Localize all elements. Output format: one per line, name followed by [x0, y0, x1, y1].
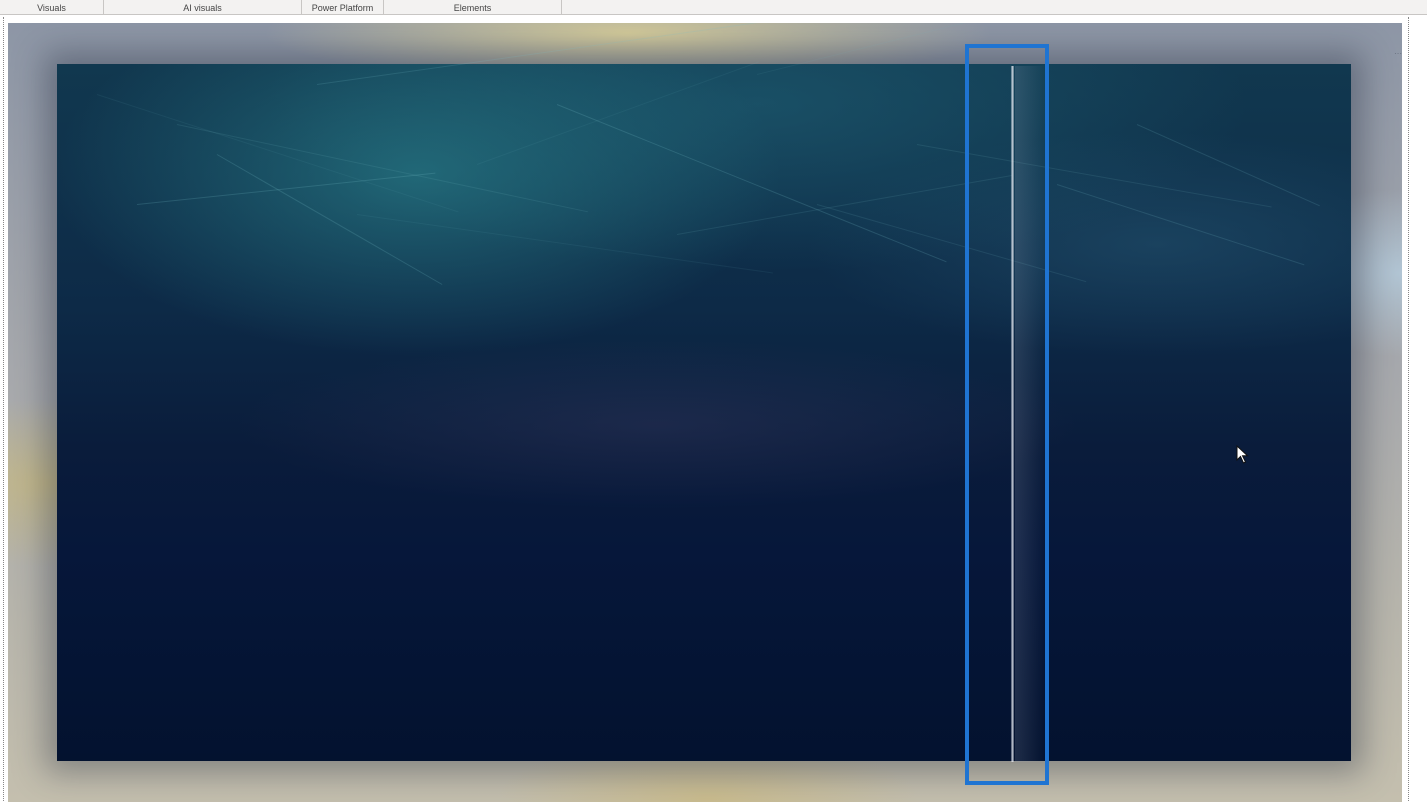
nebula-texture-streak — [96, 94, 459, 213]
nebula-background-image — [57, 23, 1351, 761]
nebula-texture-streak — [556, 104, 947, 263]
nebula-texture-streak — [476, 61, 760, 165]
nebula-texture-streak — [316, 23, 813, 85]
nebula-texture-streak — [1136, 124, 1320, 207]
report-page[interactable]: ⋯ — [8, 23, 1402, 802]
ribbon-group-ai-visuals: AI visuals — [104, 0, 302, 15]
ribbon-group-power-platform: Power Platform — [302, 0, 384, 15]
nebula-texture-streak — [176, 124, 588, 213]
highlight-annotation-box — [965, 44, 1049, 785]
nebula-texture-streak — [1056, 184, 1305, 266]
mouse-pointer-icon — [1236, 445, 1249, 464]
more-options-icon[interactable]: ⋯ — [1394, 49, 1402, 58]
ribbon-group-labels: Visuals AI visuals Power Platform Elemen… — [0, 0, 1427, 15]
nebula-texture-streak — [756, 23, 1126, 75]
ribbon-group-visuals: Visuals — [0, 0, 104, 15]
nebula-texture-streak — [676, 174, 1012, 235]
ribbon-group-elements: Elements — [384, 0, 562, 15]
nebula-texture-streak — [356, 214, 773, 274]
